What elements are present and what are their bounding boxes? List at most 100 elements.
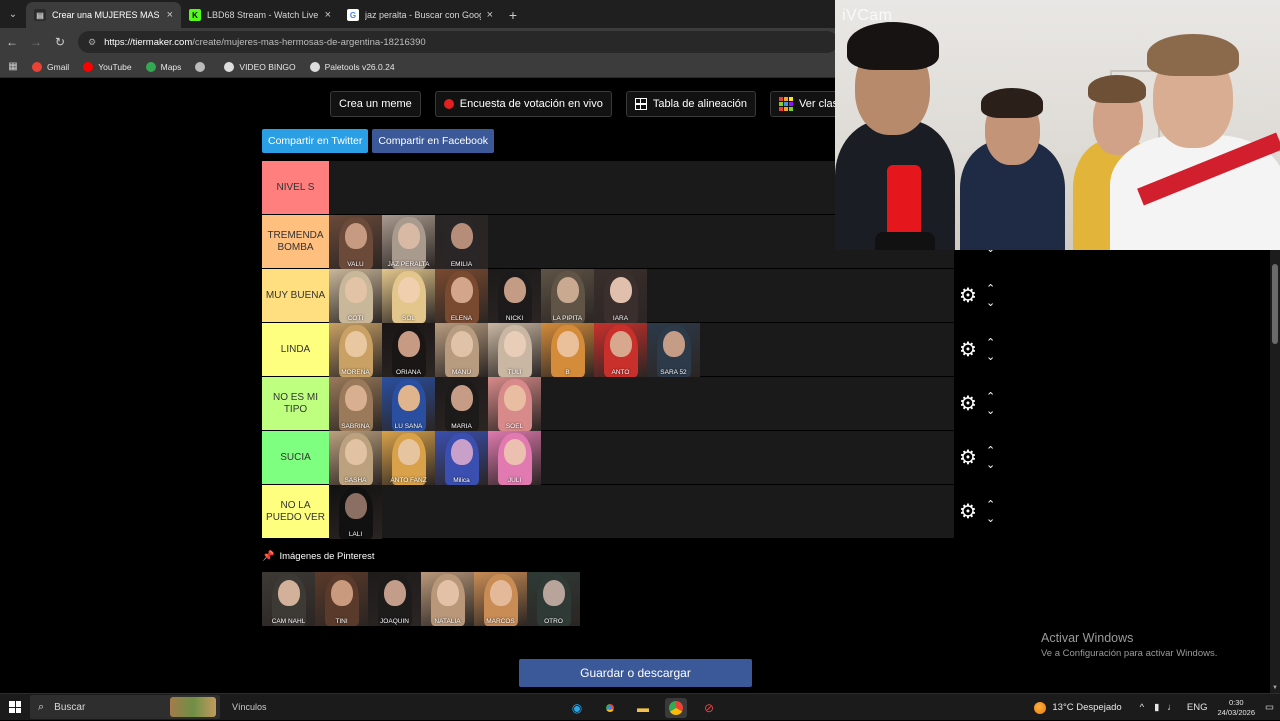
browser-tab[interactable]: K LBD68 Stream - Watch Live on ×: [181, 2, 339, 28]
tier-label[interactable]: TREMENDA BOMBA: [262, 215, 329, 268]
tier-label[interactable]: NO LA PUEDO VER: [262, 485, 329, 538]
tier-label[interactable]: LINDA: [262, 323, 329, 376]
tier-label[interactable]: NIVEL S: [262, 161, 329, 214]
bookmark-item[interactable]: [195, 61, 210, 72]
tier-image[interactable]: SOEL: [488, 377, 541, 431]
tier-image[interactable]: OTRO: [527, 572, 580, 626]
tier-image[interactable]: VALU: [329, 215, 382, 269]
tier-image[interactable]: CAM NAHL: [262, 572, 315, 626]
chevron-up-icon[interactable]: ⌃: [986, 336, 995, 350]
tier-image[interactable]: ANTO: [594, 323, 647, 377]
alignment-chart-button[interactable]: Tabla de alineación: [625, 91, 757, 117]
tab-close-icon[interactable]: ×: [319, 9, 331, 21]
chevron-up-icon[interactable]: ⌃: [986, 498, 995, 512]
tier-image[interactable]: ORIANA: [382, 323, 435, 377]
screen-recorder-icon[interactable]: ⊘: [698, 698, 720, 718]
tier-label[interactable]: SUCIA: [262, 431, 329, 484]
tier-label[interactable]: NO ES MI TIPO: [262, 377, 329, 430]
browser-tab[interactable]: Gjaz peralta - Buscar con Google ×: [339, 2, 501, 28]
weather-text[interactable]: 13°C Despejado: [1052, 702, 1121, 713]
tier-items[interactable]: LALI: [329, 485, 954, 539]
tier-items[interactable]: COTI SOL ELENA NICKI LA PIPITA IARA: [329, 269, 954, 323]
notifications-icon[interactable]: ▭: [1265, 702, 1274, 713]
scroll-down-icon[interactable]: ▼: [1270, 685, 1280, 691]
tier-image[interactable]: NICKI: [488, 269, 541, 323]
browser-tab[interactable]: ▤ Crear una MUJERES MAS HERM×: [26, 2, 181, 28]
save-download-button[interactable]: Guardar o descargar: [519, 659, 752, 687]
tier-label[interactable]: MUY BUENA: [262, 269, 329, 322]
chevron-down-icon[interactable]: ⌄: [986, 458, 995, 472]
tab-close-icon[interactable]: ×: [161, 9, 173, 21]
chevron-up-icon[interactable]: ⌃: [986, 282, 995, 296]
tier-items[interactable]: SASHA ANTO FANZ Milica JULI: [329, 431, 954, 485]
taskbar-clock[interactable]: 0:30 24/03/2026: [1217, 698, 1255, 718]
tier-image[interactable]: MANU: [435, 323, 488, 377]
tier-image[interactable]: B: [541, 323, 594, 377]
bookmark-item[interactable]: YouTube: [83, 61, 132, 72]
tab-close-icon[interactable]: ×: [481, 9, 493, 21]
tier-image[interactable]: LU SANA: [382, 377, 435, 431]
tier-image[interactable]: MORENA: [329, 323, 382, 377]
tier-image[interactable]: Milica: [435, 431, 488, 485]
apps-grid-icon[interactable]: ▦: [0, 61, 26, 72]
site-info-icon[interactable]: ⚙: [88, 37, 96, 48]
edge-icon[interactable]: ◉: [566, 698, 588, 718]
tier-image[interactable]: LA PIPITA: [541, 269, 594, 323]
chrome-active-icon[interactable]: [665, 698, 687, 718]
tier-image[interactable]: SARA 52: [647, 323, 700, 377]
chevron-down-icon[interactable]: ⌄: [986, 350, 995, 364]
bookmark-item[interactable]: VIDEO BINGO: [224, 61, 296, 72]
share-facebook-button[interactable]: Compartir en Facebook: [372, 129, 495, 153]
forward-button[interactable]: →: [24, 35, 48, 49]
tier-image[interactable]: LALI: [329, 485, 382, 539]
chevron-down-icon[interactable]: ⌄: [986, 296, 995, 310]
scrollbar-thumb[interactable]: [1272, 264, 1278, 344]
share-twitter-button[interactable]: Compartir en Twitter: [262, 129, 369, 153]
tier-image[interactable]: SASHA: [329, 431, 382, 485]
tier-image[interactable]: MARCOS: [474, 572, 527, 626]
tier-image[interactable]: MARIA: [435, 377, 488, 431]
bookmark-item[interactable]: Paletools v26.0.24: [309, 61, 395, 72]
chrome-icon[interactable]: [599, 698, 621, 718]
gear-icon[interactable]: ⚙: [958, 337, 978, 362]
file-explorer-icon[interactable]: ▬: [632, 698, 654, 718]
reload-button[interactable]: ↻: [48, 35, 72, 49]
mic-icon[interactable]: ♩: [1167, 702, 1177, 713]
tray-chevron-icon[interactable]: ^: [1140, 702, 1144, 713]
tier-image[interactable]: COTI: [329, 269, 382, 323]
tier-image[interactable]: SOL: [382, 269, 435, 323]
tab-search-menu-button[interactable]: ⌄: [0, 0, 26, 28]
windows-start-icon[interactable]: [0, 701, 30, 713]
chevron-up-icon[interactable]: ⌃: [986, 390, 995, 404]
gear-icon[interactable]: ⚙: [958, 445, 978, 470]
taskbar-search[interactable]: ⌕ Buscar: [30, 695, 220, 719]
tier-image[interactable]: ELENA: [435, 269, 488, 323]
new-tab-button[interactable]: +: [501, 2, 525, 28]
bookmark-item[interactable]: Gmail: [32, 61, 69, 72]
tier-items[interactable]: SABRINA LU SANA MARIA SOEL: [329, 377, 954, 431]
tier-image[interactable]: NATALIA: [421, 572, 474, 626]
tier-image[interactable]: ANTO FANZ: [382, 431, 435, 485]
gear-icon[interactable]: ⚙: [958, 391, 978, 416]
tier-image[interactable]: EMILIA: [435, 215, 488, 269]
tier-image[interactable]: JAZ PERALTA: [382, 215, 435, 269]
chevron-down-icon[interactable]: ⌄: [986, 404, 995, 418]
chevron-down-icon[interactable]: ⌄: [986, 512, 995, 526]
create-meme-button[interactable]: Crea un meme: [330, 91, 421, 117]
url-input[interactable]: ⚙ https://tiermaker.com /create/mujeres-…: [78, 31, 838, 53]
tier-image[interactable]: JOAQUIN: [368, 572, 421, 626]
language-indicator[interactable]: ENG: [1187, 702, 1208, 713]
live-poll-button[interactable]: Encuesta de votación en vivo: [434, 91, 612, 117]
back-button[interactable]: ←: [0, 35, 24, 49]
bookmark-item[interactable]: Maps: [145, 61, 181, 72]
chevron-up-icon[interactable]: ⌃: [986, 444, 995, 458]
tier-image[interactable]: IARA: [594, 269, 647, 323]
tier-image[interactable]: TULI: [488, 323, 541, 377]
battery-icon[interactable]: ▮: [1154, 702, 1159, 713]
taskbar-links-toolbar[interactable]: Vínculos: [232, 702, 267, 712]
tier-image[interactable]: SABRINA: [329, 377, 382, 431]
tier-image[interactable]: TINI: [315, 572, 368, 626]
gear-icon[interactable]: ⚙: [958, 499, 978, 524]
tier-items[interactable]: MORENA ORIANA MANU TULI B ANTO SARA 52: [329, 323, 954, 377]
tier-image[interactable]: JULI: [488, 431, 541, 485]
